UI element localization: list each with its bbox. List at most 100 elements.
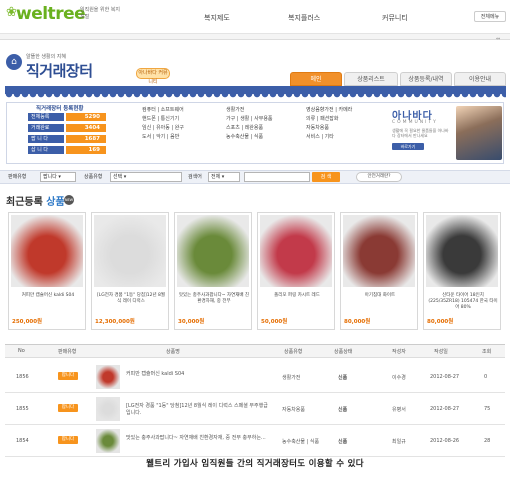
product-type-value: 선택 (113, 174, 123, 180)
product-image[interactable] (260, 215, 332, 287)
row-product-type: 생활가전 (282, 375, 301, 381)
col-author: 작성자 (392, 349, 406, 355)
tab-main[interactable]: 메인 (290, 72, 342, 86)
row-product-type: 자동차용품 (282, 407, 306, 413)
keyword-input[interactable] (244, 172, 310, 182)
anabada-go-button[interactable]: 바로가기 (392, 143, 424, 150)
stat-label-sell: 팝 니 다 (28, 135, 64, 143)
product-card[interactable]: 아기침대 화이트 80,000원 (340, 212, 418, 330)
category-link[interactable]: 도서 | 악기 | 음반 (142, 133, 184, 142)
category-link[interactable]: 핸드폰 | 통신기기 (142, 115, 184, 124)
table-header (5, 344, 505, 358)
product-name[interactable]: 신타운 타이어 18인치(225/35ZR18) 105474 한국 타이어 8… (427, 293, 499, 311)
product-image[interactable] (343, 215, 415, 287)
row-product-name[interactable]: 커피만 캡슐머신 kaldi S04 (126, 371, 272, 378)
stat-label-total: 전체등록 (28, 113, 64, 121)
category-column-1: 컴퓨터 | 소프트웨어 핸드폰 | 통신기기 임신 | 유아동 | 완구 도서 … (142, 106, 184, 142)
stat-label-completed: 거래완료 (28, 124, 64, 132)
new-badge: NEW (64, 195, 74, 205)
nav-welfare-system[interactable]: 복지제도 (204, 13, 230, 23)
category-column-3: 영상음향가전 | 카메라 의류 | 패션잡화 자동차용품 서비스 | 기타 (306, 106, 352, 142)
row-thumbnail[interactable] (96, 365, 120, 389)
stat-value-buy: 169 (66, 146, 106, 154)
product-card[interactable]: [LG전자 경품 "1등" 당첨]12년 8월식 레이 디럭스 12,300,00… (91, 212, 169, 330)
banner-scallop (5, 94, 506, 100)
tab-product-list[interactable]: 상품리스트 (344, 72, 398, 86)
category-link[interactable]: 컴퓨터 | 소프트웨어 (142, 106, 184, 115)
product-image[interactable] (94, 215, 166, 287)
product-name[interactable]: [LG전자 경품 "1등" 당첨]12년 8월식 레이 디럭스 (95, 293, 167, 305)
product-type-select[interactable]: 선택 ▾ (110, 172, 182, 182)
category-column-2: 생활가전 가구 | 생활 | 사무용품 스포츠 | 레완용품 농수축산물 | 식… (226, 106, 273, 142)
category-link[interactable]: 의류 | 패션잡화 (306, 115, 352, 124)
market-title: 직거래장터 (26, 62, 93, 80)
product-price: 50,000원 (261, 319, 288, 325)
product-card[interactable]: 신타운 타이어 18인치(225/35ZR18) 105474 한국 타이어 8… (423, 212, 501, 330)
stats-title: 직거래장터 등록현황 (36, 106, 84, 112)
col-no: No (18, 348, 25, 354)
sale-type-value: 팝니다 (43, 174, 57, 180)
row-author: 유병서 (392, 407, 406, 413)
product-image[interactable] (426, 215, 498, 287)
row-sale-type-tag: 팝니다 (58, 404, 78, 412)
product-image[interactable] (177, 215, 249, 287)
scroll-hint-icon[interactable]: ⇔ (496, 36, 500, 42)
row-sale-type-tag: 팝니다 (58, 436, 78, 444)
category-link[interactable]: 가구 | 생활 | 사무용품 (226, 115, 273, 124)
category-link[interactable]: 스포츠 | 레완용품 (226, 124, 273, 133)
row-product-type: 농수축산물 | 식품 (282, 439, 320, 445)
anabada-description: 생활에 꼭 필요한 물품들을 아나바다 장터에서 만나세요 (392, 128, 449, 138)
site-logo[interactable]: weltree (16, 4, 86, 24)
col-sale-type: 판매유형 (58, 349, 77, 355)
product-name[interactable]: 아기침대 화이트 (344, 293, 416, 299)
product-card[interactable]: 커피만 캡슐머신 kaldi S04 250,000원 (8, 212, 86, 330)
market-subtitle: 알뜰한 생활의 지혜 (26, 54, 66, 60)
search-button[interactable]: 검 색 (312, 172, 340, 182)
tab-product-register[interactable]: 상품등록/내역 (400, 72, 452, 86)
product-name[interactable]: 맛있는 충주사과팝니다~ 자연재배 친환경자재, 중 전부 (178, 293, 250, 305)
product-name[interactable]: 커피만 캡슐머신 kaldi S04 (12, 293, 84, 299)
logo-tagline: 임직원을 위한 복지포털 (80, 7, 120, 20)
keyword-scope-value: 전체 (211, 174, 221, 180)
category-link[interactable]: 농수축산물 | 식품 (226, 133, 273, 142)
product-price: 250,000원 (12, 319, 43, 325)
row-date: 2012-08-27 (430, 406, 460, 412)
product-card[interactable]: 폴리모 퍼링 카시트 레드 50,000원 (257, 212, 335, 330)
nav-welfare-plus[interactable]: 복지플러스 (288, 13, 320, 23)
stat-label-buy: 삽 니 다 (28, 146, 64, 154)
keyword-label: 검색어 (188, 174, 202, 180)
recent-title-plain: 최근등록 (6, 197, 43, 208)
row-thumbnail[interactable] (96, 429, 120, 453)
recent-products-title: 최근등록 상품 (6, 193, 65, 208)
tab-guide[interactable]: 이용안내 (454, 72, 506, 86)
row-no: 1854 (16, 438, 29, 444)
product-price: 12,300,000원 (95, 319, 135, 325)
safe-trade-button[interactable]: 안전거래란? (356, 172, 402, 182)
keyword-scope-select[interactable]: 전체 ▾ (208, 172, 240, 182)
header-divider (0, 34, 510, 40)
category-link[interactable]: 영상음향가전 | 카메라 (306, 106, 352, 115)
row-views: 0 (484, 374, 488, 380)
row-product-name[interactable]: [LG전자 경품 "1등" 당첨]12년 8월식 레이 디럭스 스페셜 무주행급… (126, 403, 272, 417)
recent-title-accent: 상품 (46, 197, 65, 208)
row-condition: 신품 (338, 439, 348, 445)
nav-community[interactable]: 커뮤니티 (382, 13, 408, 23)
col-date: 작성일 (434, 349, 448, 355)
all-menu-button[interactable]: 전체메뉴 (474, 11, 506, 22)
row-sale-type-tag: 팝니다 (58, 372, 78, 380)
product-name[interactable]: 폴리모 퍼링 카시트 레드 (261, 293, 333, 299)
anabada-community-label: COMMUNITY (392, 120, 438, 125)
category-link[interactable]: 자동차용품 (306, 124, 352, 133)
market-icon: ⌂ (6, 54, 22, 70)
row-views: 75 (484, 406, 491, 412)
row-product-name[interactable]: 맛있는 충주사과팝니다~ 자연재배 친환경자재, 중 전부 충무하는... (126, 435, 272, 442)
row-condition: 신품 (338, 407, 348, 413)
category-link[interactable]: 서비스 | 기타 (306, 133, 352, 142)
row-thumbnail[interactable] (96, 397, 120, 421)
category-link[interactable]: 생활가전 (226, 106, 273, 115)
product-card[interactable]: 맛있는 충주사과팝니다~ 자연재배 친환경자재, 중 전부 30,000원 (174, 212, 252, 330)
anabada-community-badge[interactable]: 아나바다 커뮤니티 (136, 68, 170, 85)
product-image[interactable] (11, 215, 83, 287)
sale-type-select[interactable]: 팝니다 ▾ (40, 172, 76, 182)
category-link[interactable]: 임신 | 유아동 | 완구 (142, 124, 184, 133)
